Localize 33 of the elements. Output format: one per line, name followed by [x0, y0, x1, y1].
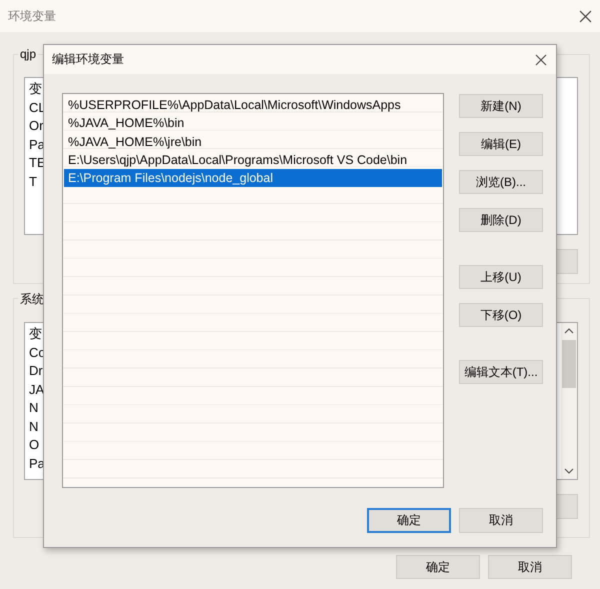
group-label: qjp — [18, 47, 38, 61]
path-entry[interactable]: %USERPROFILE%\AppData\Local\Microsoft\WindowsApps — [64, 96, 442, 114]
list-item[interactable]: Or — [29, 117, 44, 136]
dialog-title: 编辑环境变量 — [52, 51, 124, 68]
action-button[interactable]: 下移(O) — [459, 303, 543, 327]
window-title: 环境变量 — [8, 8, 56, 24]
list-item[interactable]: T — [29, 172, 37, 191]
action-button[interactable]: 删除(D) — [459, 208, 543, 232]
list-item[interactable]: N — [29, 418, 38, 436]
list-item[interactable]: JA — [29, 380, 44, 399]
scroll-up-icon[interactable] — [564, 327, 574, 335]
cancel-button[interactable]: 取消 — [459, 508, 543, 533]
scrollbar[interactable] — [561, 323, 577, 479]
path-entry[interactable]: E:\Program Files\nodejs\node_global — [64, 169, 442, 188]
close-icon[interactable] — [535, 54, 547, 66]
action-button[interactable]: 浏览(B)... — [459, 170, 543, 194]
scroll-down-icon[interactable] — [564, 467, 574, 475]
list-item[interactable]: N — [29, 399, 38, 418]
action-button[interactable]: 编辑(E) — [459, 132, 543, 156]
column-header: 变 — [29, 325, 42, 343]
path-entry[interactable]: E:\Users\qjp\AppData\Local\Programs\Microsoft VS Code\bin — [64, 150, 442, 170]
action-button[interactable]: 新建(N) — [459, 94, 543, 118]
path-entry[interactable]: %JAVA_HOME%\bin — [64, 114, 442, 133]
column-header: 变 — [29, 80, 42, 98]
action-button[interactable]: 上移(U) — [459, 265, 543, 289]
close-icon[interactable] — [579, 10, 592, 22]
list-item[interactable]: Dr — [29, 362, 43, 380]
ok-button[interactable]: 确定 — [367, 508, 451, 533]
path-entry[interactable]: %JAVA_HOME%\jre\bin — [64, 132, 442, 151]
cancel-button[interactable]: 取消 — [488, 555, 572, 579]
action-button[interactable]: 编辑文本(T)... — [459, 360, 543, 384]
list-item[interactable]: O — [29, 436, 40, 454]
ok-button[interactable]: 确定 — [396, 555, 480, 579]
